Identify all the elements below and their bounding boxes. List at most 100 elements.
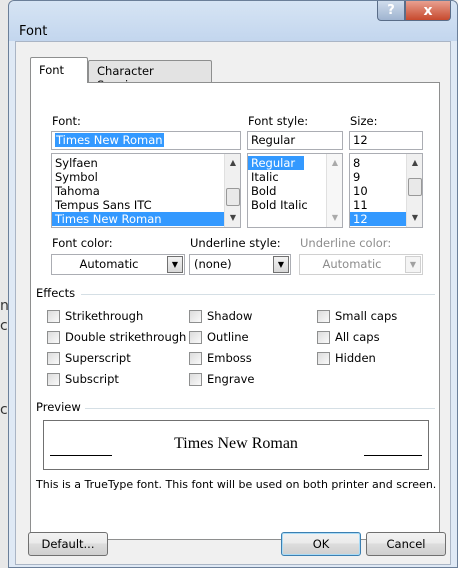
- tab-font[interactable]: Font: [30, 57, 88, 83]
- font-list-scrollbar[interactable]: ▲ ▼: [224, 154, 240, 227]
- font-list-item[interactable]: Symbol: [52, 170, 240, 184]
- font-list[interactable]: Sylfaen Symbol Tahoma Tempus Sans ITC Ti…: [51, 153, 241, 228]
- scroll-up-icon[interactable]: ▲: [327, 156, 342, 170]
- font-style-value: Regular: [251, 133, 296, 147]
- checkbox-box[interactable]: [47, 372, 60, 386]
- close-button[interactable]: x: [405, 1, 451, 21]
- font-style-scrollbar[interactable]: ▲ ▼: [326, 154, 342, 227]
- size-label: Size:: [350, 114, 378, 128]
- size-value: 12: [353, 133, 368, 147]
- effects-divider: [81, 294, 435, 295]
- font-list-item[interactable]: Tahoma: [52, 184, 240, 198]
- default-button-label: Default...: [41, 537, 95, 551]
- font-list-item[interactable]: Sylfaen: [52, 156, 240, 170]
- font-name-value: Times New Roman: [55, 133, 164, 147]
- underline-color-value: Automatic: [322, 257, 382, 271]
- preview-sample-text: Times New Roman: [174, 435, 298, 452]
- chevron-down-icon[interactable]: ▼: [273, 256, 289, 273]
- font-list-item[interactable]: Tempus Sans ITC: [52, 198, 240, 212]
- preview-box: Times New Roman: [43, 420, 429, 470]
- font-name-input[interactable]: Times New Roman: [51, 131, 241, 150]
- checkbox-double-strikethrough[interactable]: Double strikethrough: [47, 330, 186, 344]
- checkbox-label: Small caps: [335, 309, 398, 323]
- checkbox-outline[interactable]: Outline: [189, 330, 249, 344]
- font-style-item-selected[interactable]: Regular: [248, 156, 304, 170]
- checkbox-box[interactable]: [189, 309, 202, 323]
- font-dialog: Font ? x Font Character Spacing Font: Ti…: [8, 0, 458, 568]
- font-style-input[interactable]: Regular: [247, 131, 343, 150]
- checkbox-label: Engrave: [207, 372, 255, 386]
- checkbox-box[interactable]: [317, 309, 330, 323]
- dialog-client-area: Font Character Spacing Font: Times New R…: [15, 41, 451, 565]
- checkbox-box[interactable]: [47, 330, 60, 344]
- checkbox-superscript[interactable]: Superscript: [47, 351, 131, 365]
- preview-rule-left: [50, 455, 112, 456]
- preview-group-label: Preview: [36, 400, 81, 414]
- size-list-item-selected[interactable]: 12: [350, 212, 406, 226]
- checkbox-label: Strikethrough: [65, 309, 144, 323]
- checkbox-box[interactable]: [317, 330, 330, 344]
- checkbox-label: Double strikethrough: [65, 330, 187, 344]
- cancel-button[interactable]: Cancel: [366, 532, 446, 556]
- scroll-down-icon[interactable]: ▼: [407, 211, 422, 225]
- scroll-up-icon[interactable]: ▲: [407, 156, 422, 170]
- checkbox-label: Superscript: [65, 351, 131, 365]
- scroll-up-icon[interactable]: ▲: [225, 156, 240, 170]
- font-label: Font:: [52, 114, 81, 128]
- checkbox-box[interactable]: [47, 309, 60, 323]
- preview-note: This is a TrueType font. This font will …: [36, 478, 437, 491]
- scroll-down-icon[interactable]: ▼: [327, 211, 342, 225]
- checkbox-box[interactable]: [189, 351, 202, 365]
- checkbox-subscript[interactable]: Subscript: [47, 372, 119, 386]
- checkbox-label: Shadow: [207, 309, 253, 323]
- font-color-label: Font color:: [52, 236, 113, 250]
- default-button[interactable]: Default...: [28, 532, 108, 556]
- checkbox-box[interactable]: [189, 372, 202, 386]
- chevron-down-icon: ▼: [405, 256, 421, 273]
- underline-style-label: Underline style:: [190, 236, 281, 250]
- background-glyph: c: [0, 402, 8, 418]
- size-list-scrollbar[interactable]: ▲ ▼: [406, 154, 422, 227]
- font-color-value: Automatic: [79, 257, 139, 271]
- preview-rule-right: [364, 455, 422, 456]
- checkbox-emboss[interactable]: Emboss: [189, 351, 252, 365]
- chevron-down-icon[interactable]: ▼: [167, 256, 183, 273]
- underline-style-value: (none): [194, 257, 232, 271]
- checkbox-strikethrough[interactable]: Strikethrough: [47, 309, 143, 323]
- effects-group-label: Effects: [36, 286, 76, 300]
- checkbox-shadow[interactable]: Shadow: [189, 309, 252, 323]
- tab-character-spacing[interactable]: Character Spacing: [88, 60, 212, 92]
- checkbox-all-caps[interactable]: All caps: [317, 330, 380, 344]
- font-style-list[interactable]: Regular Italic Bold Bold Italic ▲ ▼: [247, 153, 343, 228]
- checkbox-label: Emboss: [207, 351, 252, 365]
- scroll-thumb[interactable]: [408, 178, 422, 196]
- underline-style-select[interactable]: (none) ▼: [189, 254, 291, 275]
- scroll-thumb[interactable]: [226, 188, 240, 206]
- size-input[interactable]: 12: [349, 131, 423, 150]
- checkbox-label: Hidden: [335, 351, 376, 365]
- size-list[interactable]: 8 9 10 11 12 ▲ ▼: [349, 153, 423, 228]
- underline-color-label: Underline color:: [300, 236, 392, 250]
- window-title: Font: [19, 24, 48, 39]
- underline-color-select: Automatic ▼: [299, 254, 423, 275]
- checkbox-hidden[interactable]: Hidden: [317, 351, 376, 365]
- checkbox-small-caps[interactable]: Small caps: [317, 309, 397, 323]
- checkbox-label: Subscript: [65, 372, 119, 386]
- checkbox-box[interactable]: [47, 351, 60, 365]
- font-style-label: Font style:: [248, 114, 309, 128]
- font-color-select[interactable]: Automatic ▼: [51, 254, 185, 275]
- background-glyph: c: [0, 318, 8, 334]
- ok-button-label: OK: [312, 537, 330, 551]
- help-button[interactable]: ?: [377, 1, 405, 21]
- checkbox-box[interactable]: [317, 351, 330, 365]
- ok-button[interactable]: OK: [281, 532, 361, 556]
- tab-font-label: Font: [39, 63, 65, 77]
- checkbox-box[interactable]: [189, 330, 202, 344]
- close-icon: x: [423, 2, 433, 19]
- checkbox-engrave[interactable]: Engrave: [189, 372, 255, 386]
- question-mark-icon: ?: [387, 3, 395, 18]
- font-tab-panel: Font: Times New Roman Sylfaen Symbol Tah…: [30, 82, 440, 540]
- font-list-item-selected[interactable]: Times New Roman: [52, 212, 224, 226]
- scroll-down-icon[interactable]: ▼: [225, 211, 240, 225]
- title-bar[interactable]: Font ? x: [9, 1, 457, 41]
